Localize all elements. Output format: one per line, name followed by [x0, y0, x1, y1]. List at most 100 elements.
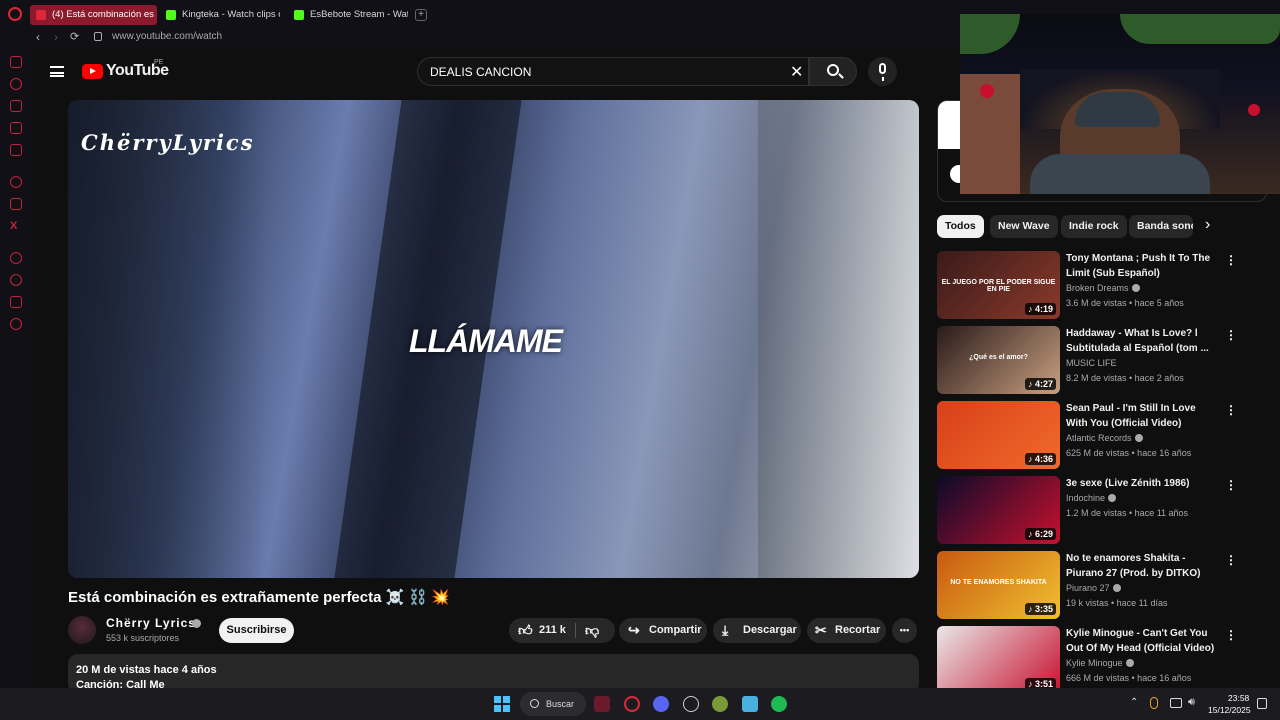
- video-thumbnail[interactable]: NO TE ENAMORES SHAKITA ♪ 3:35: [937, 551, 1060, 619]
- recommendation-title[interactable]: Tony Montana ; Push It To The Limit (Sub…: [1066, 251, 1216, 281]
- sidebar-app-icon[interactable]: [10, 78, 22, 90]
- chip-banda-sonora[interactable]: Banda sonora: [1129, 215, 1193, 238]
- chip-new-wave[interactable]: New Wave: [990, 215, 1058, 238]
- recommendation-title[interactable]: Sean Paul - I'm Still In Love With You (…: [1066, 401, 1216, 431]
- search-query[interactable]: DEALIS CANCION: [430, 65, 531, 79]
- recommendation-channel[interactable]: Broken Dreams: [1066, 283, 1140, 293]
- recommendation-channel[interactable]: MUSIC LIFE: [1066, 358, 1117, 368]
- network-icon[interactable]: [1170, 698, 1182, 708]
- microphone-icon: [879, 63, 886, 81]
- tab-youtube[interactable]: (4) Está combinación es: [30, 5, 157, 25]
- video-thumbnail[interactable]: ♪ 6:29: [937, 476, 1060, 544]
- more-actions-button[interactable]: •••: [892, 618, 917, 643]
- recommendation-title[interactable]: Kylie Minogue - Can't Get You Out Of My …: [1066, 626, 1216, 656]
- ornament-icon: [980, 84, 994, 98]
- sidebar-app-icon[interactable]: [10, 56, 22, 68]
- voice-search-button[interactable]: [868, 57, 897, 86]
- new-tab-button[interactable]: +: [415, 9, 427, 21]
- download-button[interactable]: ⤓ Descargar: [713, 618, 801, 643]
- video-thumbnail[interactable]: ♪ 4:36: [937, 401, 1060, 469]
- more-vert-icon[interactable]: ⋮: [1225, 553, 1237, 567]
- clear-search-icon[interactable]: ✕: [790, 62, 803, 82]
- sidebar-app-icon[interactable]: [10, 176, 22, 188]
- opera-icon[interactable]: [624, 696, 640, 712]
- like-count[interactable]: 211 k: [539, 618, 566, 643]
- chip-indie-rock[interactable]: Indie rock: [1061, 215, 1127, 238]
- recommendation-item[interactable]: ¿Qué es el amor? ♪ 4:27 Haddaway - What Is…: [937, 326, 1267, 394]
- back-icon[interactable]: ‹: [36, 30, 40, 44]
- clock-date[interactable]: 15/12/2025: [1208, 705, 1251, 715]
- duration-badge: ♪ 3:35: [1024, 603, 1056, 615]
- reload-icon[interactable]: ⟳: [70, 30, 79, 43]
- chip-todos[interactable]: Todos: [937, 215, 984, 238]
- history-icon[interactable]: [10, 274, 22, 286]
- tab-kingteka[interactable]: Kingteka - Watch clips on: [160, 5, 280, 25]
- recommendation-channel[interactable]: Piurano 27: [1066, 583, 1121, 593]
- menu-icon[interactable]: [50, 66, 64, 77]
- dislike-icon[interactable]: 👎︎: [585, 618, 599, 643]
- volume-icon[interactable]: 🔊︎: [1188, 696, 1195, 709]
- recommendation-channel[interactable]: Kylie Minogue: [1066, 658, 1134, 668]
- obs-icon[interactable]: [683, 696, 699, 712]
- search-input[interactable]: DEALIS CANCION ✕: [417, 57, 809, 86]
- recommendation-meta: 625 M de vistas • hace 16 años: [1066, 448, 1192, 458]
- start-menu-icon[interactable]: [494, 696, 510, 712]
- settings-icon[interactable]: [10, 318, 22, 330]
- forward-icon[interactable]: ›: [54, 30, 58, 44]
- opera-logo-icon[interactable]: [8, 7, 22, 21]
- scissors-icon: ✂: [815, 622, 827, 638]
- app-icon[interactable]: [594, 696, 610, 712]
- x-icon[interactable]: X: [10, 220, 22, 232]
- recommendation-title[interactable]: Haddaway - What Is Love? l Subtitulada a…: [1066, 326, 1216, 356]
- url-field[interactable]: www.youtube.com/watch: [112, 31, 222, 42]
- clock-time[interactable]: 23:58: [1228, 693, 1249, 703]
- more-vert-icon[interactable]: ⋮: [1225, 478, 1237, 492]
- notification-icon[interactable]: [1257, 698, 1267, 709]
- share-button[interactable]: ↪ Compartir: [619, 618, 707, 643]
- extensions-icon[interactable]: [10, 296, 22, 308]
- sidebar-app-icon[interactable]: [10, 100, 22, 112]
- channel-name[interactable]: Chërry Lyrics: [106, 616, 196, 630]
- sidebar-app-icon[interactable]: [10, 144, 22, 156]
- taskbar: Buscar ⌃ 🔊︎ 23:58 15/12/2025: [0, 688, 1280, 720]
- video-thumbnail[interactable]: ¿Qué es el amor? ♪ 4:27: [937, 326, 1060, 394]
- more-vert-icon[interactable]: ⋮: [1225, 403, 1237, 417]
- thumbnail-caption: ¿Qué es el amor?: [969, 354, 1028, 361]
- youtube-logo-icon[interactable]: [82, 64, 103, 79]
- more-vert-icon[interactable]: ⋮: [1225, 328, 1237, 342]
- duration-badge: ♪ 4:36: [1024, 453, 1056, 465]
- recommendation-item[interactable]: ♪ 3:51 Kylie Minogue - Can't Get You Out …: [937, 626, 1267, 694]
- recommendation-channel[interactable]: Indochine: [1066, 493, 1117, 503]
- recommendation-item[interactable]: ♪ 6:29 3e sexe (Live Zénith 1986) Indochin…: [937, 476, 1267, 544]
- video-player[interactable]: ChërryLyrics LLÁMAME: [68, 100, 919, 578]
- chevron-up-icon[interactable]: ⌃: [1130, 697, 1138, 708]
- taskbar-search[interactable]: Buscar: [520, 692, 586, 716]
- download-icon: ⤓: [722, 622, 729, 638]
- recommendation-title[interactable]: No te enamores Shakita - Piurano 27 (Pro…: [1066, 551, 1216, 581]
- app-icon[interactable]: [712, 696, 728, 712]
- sidebar-app-icon[interactable]: [10, 122, 22, 134]
- recommendation-channel[interactable]: Atlantic Records: [1066, 433, 1143, 443]
- chevron-right-icon[interactable]: ›: [1205, 216, 1210, 234]
- video-thumbnail[interactable]: ♪ 3:51: [937, 626, 1060, 694]
- spotify-icon[interactable]: [771, 696, 787, 712]
- like-icon[interactable]: 👍︎: [518, 618, 533, 643]
- recommendation-item[interactable]: NO TE ENAMORES SHAKITA ♪ 3:35 No te enamor…: [937, 551, 1267, 619]
- notepad-icon[interactable]: [742, 696, 758, 712]
- search-button[interactable]: [809, 57, 857, 86]
- more-vert-icon[interactable]: ⋮: [1225, 253, 1237, 267]
- avatar[interactable]: [68, 616, 96, 644]
- recommendation-item[interactable]: ♪ 4:36 Sean Paul - I'm Still In Love With…: [937, 401, 1267, 469]
- recommendation-item[interactable]: EL JUEGO POR EL PODER SIGUE EN PIE ♪ 4:19…: [937, 251, 1267, 319]
- subscribe-button[interactable]: Suscribirse: [219, 618, 294, 643]
- video-thumbnail[interactable]: EL JUEGO POR EL PODER SIGUE EN PIE ♪ 4:19: [937, 251, 1060, 319]
- more-vert-icon[interactable]: ⋮: [1225, 628, 1237, 642]
- player-icon[interactable]: [10, 252, 22, 264]
- tab-esbebote[interactable]: EsBebote Stream - Watch: [288, 5, 408, 25]
- microphone-icon[interactable]: [1150, 697, 1158, 709]
- twitch-icon[interactable]: [10, 198, 22, 210]
- lyric-caption: LLÁMAME: [409, 323, 563, 359]
- discord-icon[interactable]: [653, 696, 669, 712]
- recommendation-title[interactable]: 3e sexe (Live Zénith 1986): [1066, 476, 1216, 491]
- clip-button[interactable]: ✂ Recortar: [807, 618, 886, 643]
